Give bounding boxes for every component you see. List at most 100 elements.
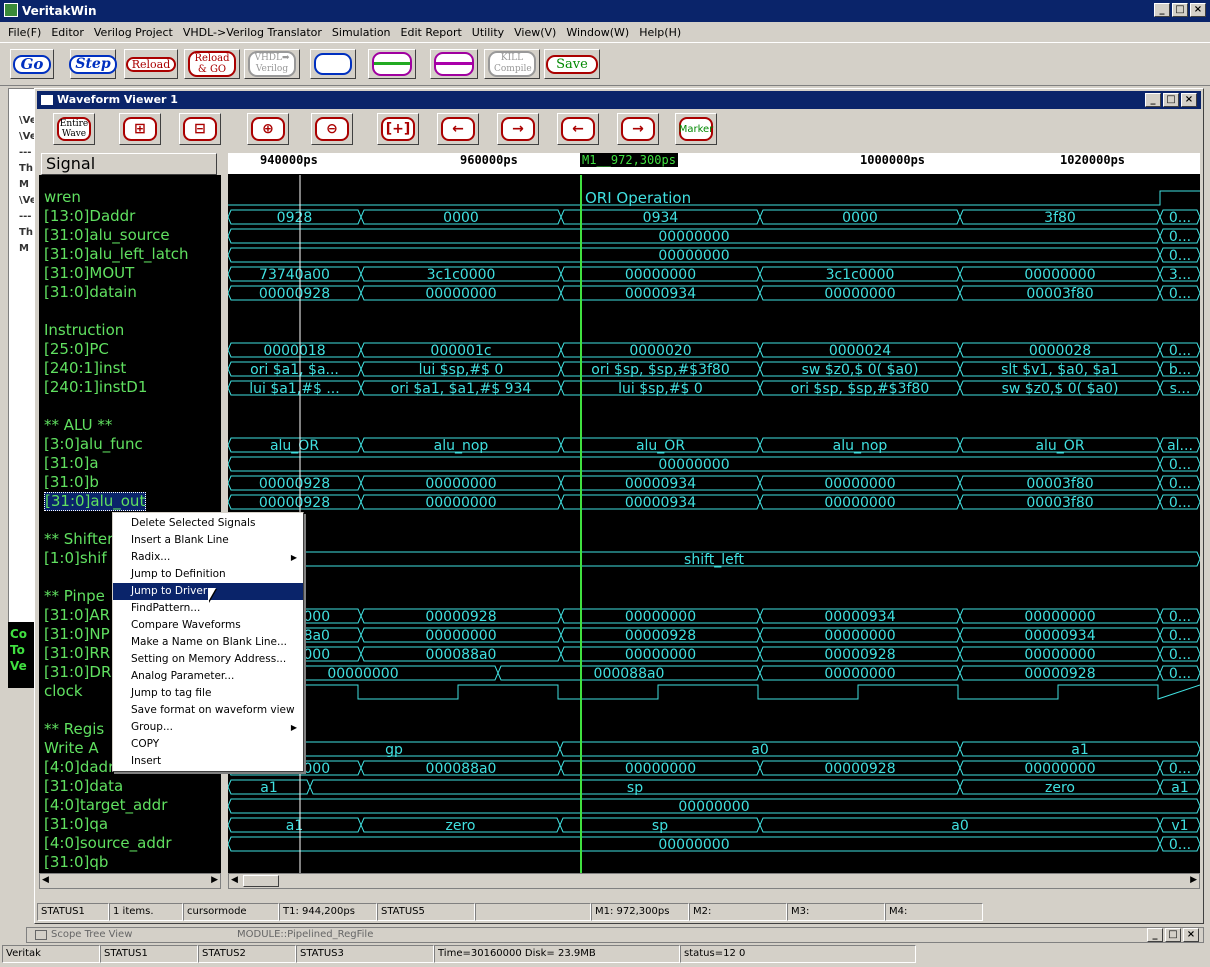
signal-name[interactable]: [31:0]alu_source: [44, 226, 170, 245]
scroll-left-arrow-icon[interactable]: ◀: [231, 875, 238, 885]
signal-name[interactable]: ** Shifter: [44, 530, 113, 549]
status-cell: M3:: [787, 903, 885, 921]
menu-insert-blank-line[interactable]: Insert a Blank Line: [113, 532, 303, 549]
menu-jump-to-definition[interactable]: Jump to Definition: [113, 566, 303, 583]
menu-help[interactable]: Help(H): [635, 26, 685, 39]
signal-name[interactable]: [25:0]PC: [44, 340, 109, 359]
step-button[interactable]: Step: [69, 49, 117, 79]
menu-group[interactable]: Group... ▶: [113, 719, 303, 736]
menu-window[interactable]: Window(W): [562, 26, 633, 39]
signal-name[interactable]: ** Regis: [44, 720, 104, 739]
menu-simulation[interactable]: Simulation: [328, 26, 395, 39]
menu-verilog-project[interactable]: Verilog Project: [90, 26, 177, 39]
wf-close-button[interactable]: ×: [1181, 93, 1197, 107]
scroll-left-arrow-icon[interactable]: ◀: [42, 875, 49, 885]
bus-value: 3c1c0000: [427, 267, 496, 283]
signal-name[interactable]: [3:0]alu_func: [44, 435, 143, 454]
menu-setting-memory-address[interactable]: Setting on Memory Address...: [113, 651, 303, 668]
menu-radix[interactable]: Radix... ▶: [113, 549, 303, 566]
waveform-canvas[interactable]: ORI Operation0928 0000 0934 0000 3f80 0...000…: [228, 175, 1200, 873]
marker-button[interactable]: Marker: [675, 113, 717, 145]
zoom-out-button[interactable]: ⊖: [311, 113, 353, 145]
signal-name[interactable]: wren: [44, 188, 81, 207]
wf-minimize-button[interactable]: _: [1145, 93, 1161, 107]
signal-name[interactable]: [31:0]b: [44, 473, 99, 492]
prev-edge-button[interactable]: ←: [557, 113, 599, 145]
menu-vhdl-translator[interactable]: VHDL->Verilog Translator: [179, 26, 326, 39]
signal-name[interactable]: [31:0]NP: [44, 625, 110, 644]
scroll-right-button[interactable]: →: [497, 113, 539, 145]
time-ruler[interactable]: 940000ps 960000ps M1__972,300ps 1000000ps 10…: [228, 153, 1200, 175]
signal-name[interactable]: clock: [44, 682, 83, 701]
signal-name[interactable]: Write A: [44, 739, 99, 758]
signal-name[interactable]: ** ALU **: [44, 416, 112, 435]
save-button[interactable]: Save: [544, 49, 600, 79]
signal-name[interactable]: [31:0]AR: [44, 606, 110, 625]
menu-delete-selected-signals[interactable]: Delete Selected Signals: [113, 515, 303, 532]
scope-minimize-button[interactable]: _: [1147, 928, 1163, 942]
menu-copy[interactable]: COPY: [113, 736, 303, 753]
menu-editor[interactable]: Editor: [47, 26, 88, 39]
waveform2-button[interactable]: [430, 49, 478, 79]
menu-find-pattern[interactable]: FindPattern...: [113, 600, 303, 617]
reload-button[interactable]: Reload: [124, 49, 178, 79]
wave-hscrollbar[interactable]: ◀ ▶: [228, 873, 1200, 889]
menu-analog-parameter[interactable]: Analog Parameter...: [113, 668, 303, 685]
bus-value: s...: [1170, 381, 1191, 397]
signal-name[interactable]: [240:1]instD1: [44, 378, 147, 397]
scroll-thumb[interactable]: [243, 875, 279, 887]
minimize-button[interactable]: _: [1154, 3, 1170, 17]
zoom-out-time-button[interactable]: ⊟: [179, 113, 221, 145]
zoom-in-button[interactable]: ⊕: [247, 113, 289, 145]
signal-name[interactable]: [31:0]datain: [44, 283, 137, 302]
reload-go-button[interactable]: Reload & GO: [184, 49, 240, 79]
signal-name[interactable]: [31:0]data: [44, 777, 123, 796]
go-button[interactable]: Go: [10, 49, 54, 79]
signal-name[interactable]: [4:0]source_addr: [44, 834, 172, 853]
menu-view[interactable]: View(V): [510, 26, 560, 39]
signal-name[interactable]: [31:0]MOUT: [44, 264, 134, 283]
entire-wave-button[interactable]: Entire Wave: [53, 113, 95, 145]
signal-name[interactable]: [31:0]RR: [44, 644, 110, 663]
menu-make-name-blank-line[interactable]: Make a Name on Blank Line...: [113, 634, 303, 651]
hierarchy-button[interactable]: [310, 49, 356, 79]
menu-jump-to-tag-file[interactable]: Jump to tag file: [113, 685, 303, 702]
scroll-right-arrow-icon[interactable]: ▶: [211, 875, 218, 885]
next-edge-button[interactable]: →: [617, 113, 659, 145]
signal-name[interactable]: [31:0]qb: [44, 853, 108, 872]
menu-utility[interactable]: Utility: [468, 26, 508, 39]
signal-name[interactable]: [31:0]alu_left_latch: [44, 245, 189, 264]
signal-name[interactable]: [31:0]qa: [44, 815, 108, 834]
arrow-left-icon: ←: [561, 117, 595, 141]
signal-hscrollbar[interactable]: ◀ ▶: [39, 873, 221, 889]
signal-name[interactable]: [13:0]Daddr: [44, 207, 135, 226]
kill-compile-button[interactable]: KILL Compile: [484, 49, 540, 79]
signal-name[interactable]: [31:0]alu_out: [44, 492, 147, 511]
zoom-cursor-button[interactable]: [+]: [377, 113, 419, 145]
bus-value: zero: [446, 818, 476, 834]
scroll-right-arrow-icon[interactable]: ▶: [1190, 875, 1197, 885]
scroll-left-button[interactable]: ←: [437, 113, 479, 145]
signal-name[interactable]: [31:0]a: [44, 454, 99, 473]
signal-name[interactable]: [31:0]DR: [44, 663, 111, 682]
maximize-button[interactable]: □: [1172, 3, 1188, 17]
signal-name[interactable]: [240:1]inst: [44, 359, 126, 378]
vhdl-verilog-button[interactable]: VHDL➡ Verilog: [244, 49, 300, 79]
signal-name[interactable]: Instruction: [44, 321, 124, 340]
menu-compare-waveforms[interactable]: Compare Waveforms: [113, 617, 303, 634]
menu-file[interactable]: File(F): [4, 26, 45, 39]
waveform-status-bar: STATUS1 1 items. cursormode T1: 944,200p…: [37, 903, 1201, 921]
signal-name[interactable]: [4:0]target_addr: [44, 796, 167, 815]
signal-name[interactable]: [1:0]shif: [44, 549, 107, 568]
scope-maximize-button[interactable]: □: [1165, 928, 1181, 942]
waveform-button[interactable]: [368, 49, 416, 79]
wf-maximize-button[interactable]: □: [1163, 93, 1179, 107]
close-button[interactable]: ×: [1190, 3, 1206, 17]
signal-name[interactable]: ** Pinpe: [44, 587, 105, 606]
menu-edit-report[interactable]: Edit Report: [397, 26, 466, 39]
scope-close-button[interactable]: ×: [1183, 928, 1199, 942]
waveform-area[interactable]: ORI Operation 0928 0000 0934 0000 3f80 0... 000…: [228, 175, 1200, 873]
menu-insert[interactable]: Insert: [113, 753, 303, 770]
zoom-in-time-button[interactable]: ⊞: [119, 113, 161, 145]
menu-save-format[interactable]: Save format on waveform view: [113, 702, 303, 719]
